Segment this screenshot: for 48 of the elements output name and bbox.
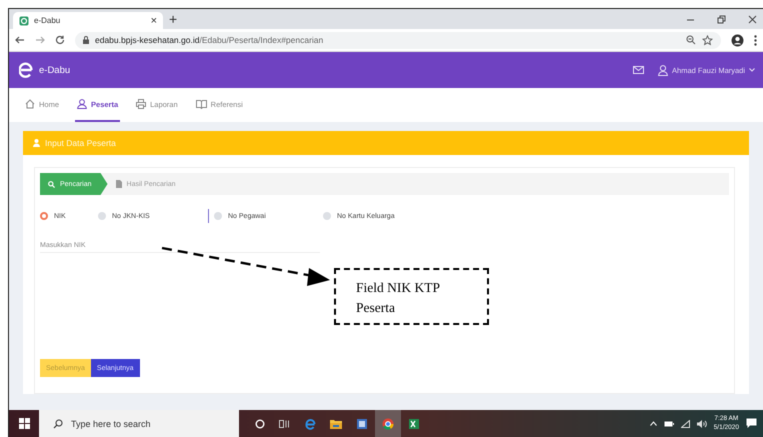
- home-icon: [25, 99, 35, 109]
- tab-close-button[interactable]: ×: [150, 14, 157, 26]
- printer-icon: [136, 99, 146, 109]
- address-field[interactable]: edabu.bpjs-kesehatan.go.id/Edabu/Peserta/Index#pencarian: [75, 32, 721, 48]
- user-icon: [77, 99, 88, 109]
- volume-icon[interactable]: [696, 420, 707, 428]
- radio-button[interactable]: [40, 212, 48, 220]
- book-icon: [196, 99, 207, 109]
- lock-icon: [83, 36, 89, 44]
- zoom-icon[interactable]: [686, 35, 696, 45]
- radio-button[interactable]: [323, 212, 331, 220]
- search-icon: [48, 180, 55, 188]
- task-view-icon[interactable]: [279, 418, 290, 428]
- user-icon: [33, 139, 40, 147]
- radio-button[interactable]: [214, 212, 222, 220]
- tab-title: e-Dabu: [34, 16, 62, 25]
- spreadsheet-app-icon[interactable]: [408, 418, 420, 430]
- site-icon: [19, 16, 29, 26]
- chevron-down-icon: [749, 68, 755, 72]
- reload-icon[interactable]: [55, 35, 65, 45]
- star-icon[interactable]: [702, 34, 713, 46]
- notification-icon[interactable]: [746, 418, 757, 429]
- windows-icon: [18, 418, 30, 429]
- url-text: edabu.bpjs-kesehatan.go.id/Edabu/Peserta/Index#pencarian: [95, 35, 324, 45]
- close-icon[interactable]: [748, 14, 757, 24]
- profile-icon[interactable]: [731, 34, 744, 46]
- browser-tab[interactable]: e-Dabu ×: [13, 12, 163, 29]
- mail-icon[interactable]: [633, 66, 644, 74]
- taskbar-search-field[interactable]: Type here to search: [39, 410, 239, 437]
- cortana-icon[interactable]: [255, 418, 265, 428]
- restore-icon[interactable]: [717, 14, 726, 24]
- chrome-icon[interactable]: [382, 418, 394, 430]
- annotation-text: Field NIK KTP Peserta: [356, 279, 441, 317]
- folder-icon[interactable]: [330, 418, 342, 428]
- caret-up-icon[interactable]: [650, 421, 657, 426]
- brand-name: e-Dabu: [39, 64, 70, 76]
- file-icon: [116, 180, 122, 188]
- browser-e-icon[interactable]: [304, 418, 316, 430]
- back-icon[interactable]: [15, 35, 25, 45]
- search-icon: [53, 418, 63, 428]
- radio-button[interactable]: [98, 212, 106, 220]
- new-tab-button[interactable]: +: [169, 11, 178, 27]
- user-icon: [658, 64, 668, 76]
- card-title: Input Data Peserta: [45, 138, 116, 148]
- battery-icon[interactable]: [664, 420, 674, 426]
- more-icon[interactable]: [754, 34, 757, 46]
- logo-icon: [19, 62, 33, 78]
- document-app-icon[interactable]: [356, 418, 368, 430]
